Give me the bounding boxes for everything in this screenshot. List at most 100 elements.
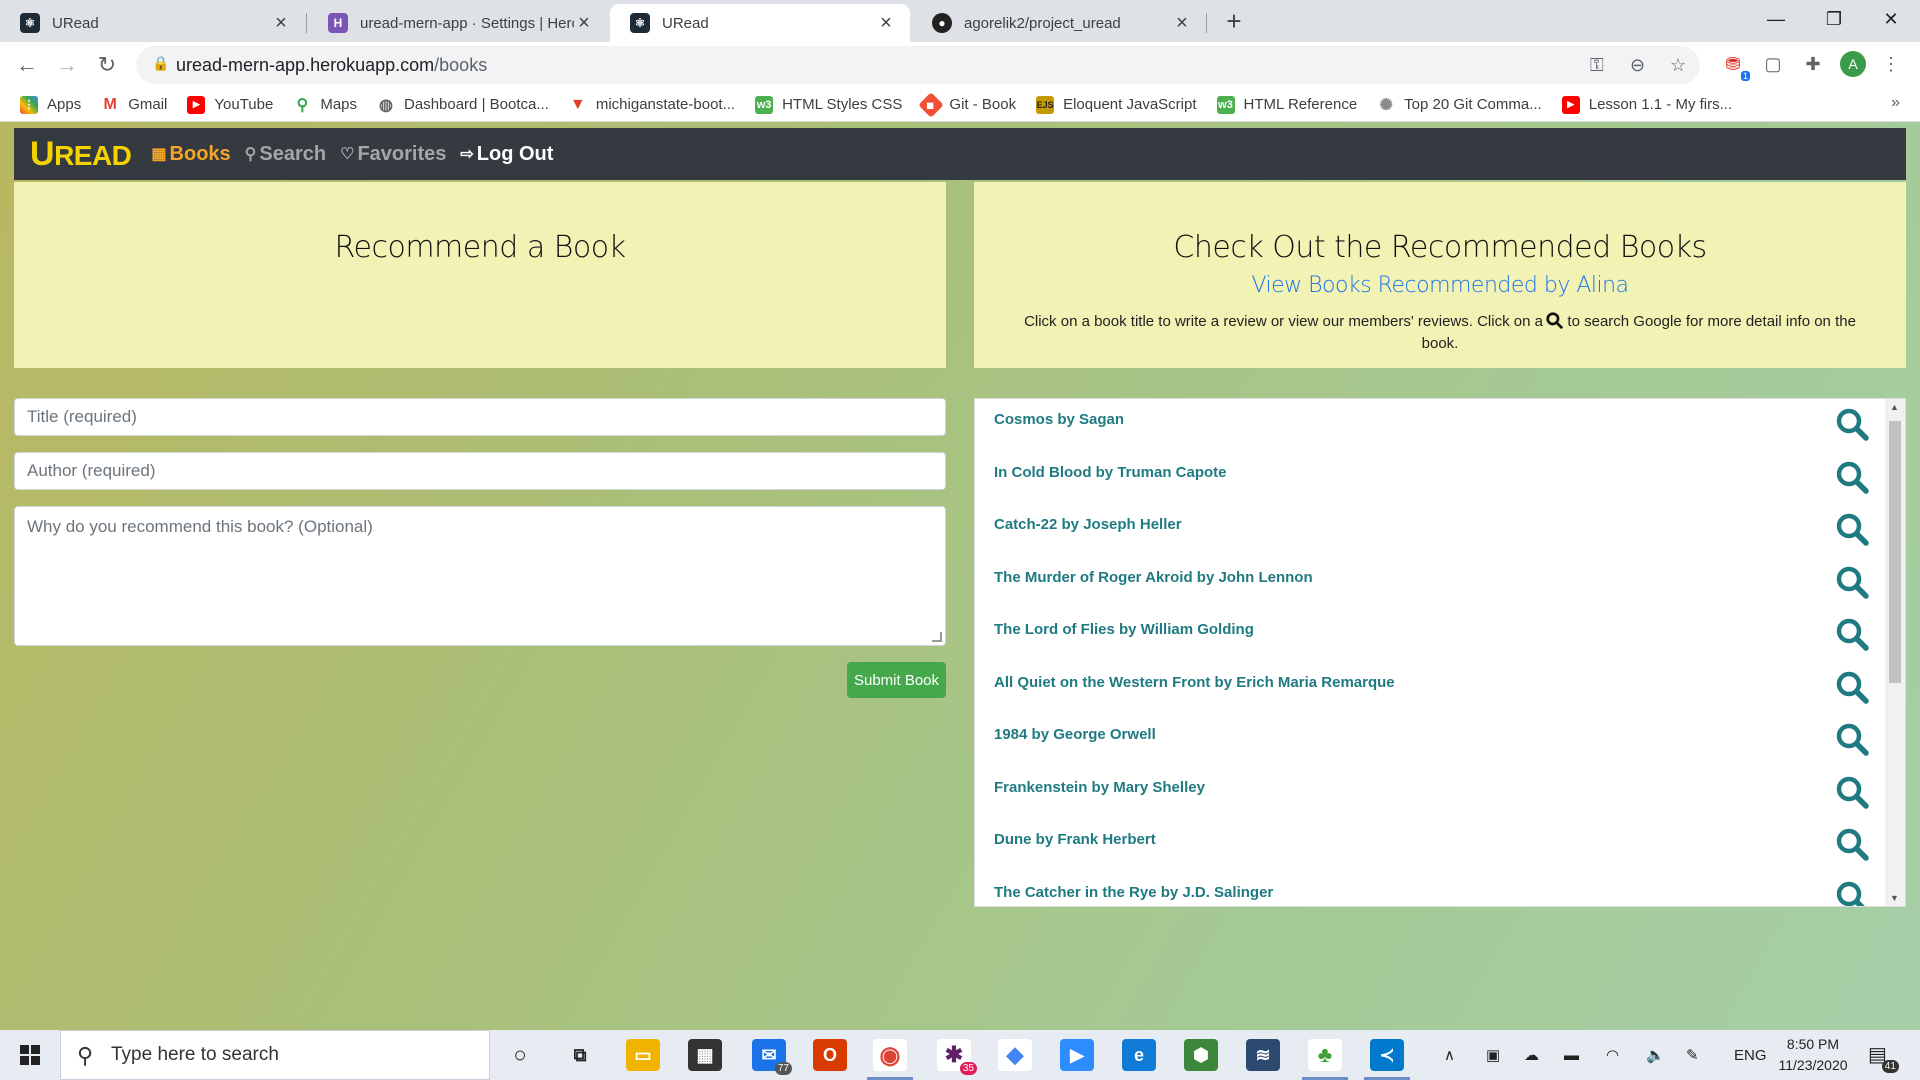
close-window-button[interactable]: ✕: [1862, 0, 1920, 38]
vscode-icon[interactable]: ≺: [1364, 1039, 1410, 1080]
profile-avatar[interactable]: A: [1840, 51, 1866, 77]
browser-tab-active[interactable]: ⚛ URead ×: [610, 4, 910, 42]
book-title-link[interactable]: 1984 by George Orwell: [994, 726, 1156, 743]
mongodb-compass-icon[interactable]: ♣: [1302, 1039, 1348, 1080]
bookmark-item[interactable]: ◍ Dashboard | Bootca...: [377, 95, 549, 114]
notification-icon[interactable]: ▤ 41: [1868, 1042, 1899, 1073]
bookmark-item[interactable]: ▼ michiganstate-boot...: [568, 95, 735, 114]
battery-icon[interactable]: ▬: [1564, 1030, 1579, 1080]
close-icon[interactable]: ×: [1172, 12, 1192, 35]
bookmarks-overflow-icon[interactable]: »: [1891, 94, 1900, 112]
scrollbar-thumb[interactable]: [1889, 421, 1901, 683]
scroll-down-icon[interactable]: ▼: [1890, 893, 1899, 903]
zoom-icon[interactable]: ⊖: [1630, 55, 1645, 76]
scrollbar[interactable]: ▲ ▼: [1885, 399, 1905, 906]
scroll-up-icon[interactable]: ▲: [1890, 402, 1899, 412]
maximize-button[interactable]: ❐: [1805, 0, 1863, 38]
browser-tab[interactable]: H uread-mern-app · Settings | Hero ×: [308, 4, 608, 42]
title-input[interactable]: Title (required): [14, 398, 946, 436]
book-title-link[interactable]: Frankenstein by Mary Shelley: [994, 779, 1205, 796]
book-title-link[interactable]: Dune by Frank Herbert: [994, 831, 1156, 848]
book-title-link[interactable]: In Cold Blood by Truman Capote: [994, 464, 1227, 481]
taskbar-search[interactable]: ⚲ Type here to search: [60, 1030, 490, 1080]
extension-icon[interactable]: ▢: [1760, 51, 1786, 77]
browser-tab[interactable]: ⚛ URead ×: [0, 4, 305, 42]
app-icon[interactable]: ≋: [1246, 1039, 1280, 1071]
nav-favorites[interactable]: ♡ Favorites: [340, 143, 446, 166]
nav-search[interactable]: ⚲ Search: [245, 143, 326, 166]
nav-logout[interactable]: ⇨ Log Out: [460, 143, 553, 166]
google-search-icon[interactable]: [1835, 827, 1869, 861]
reason-textarea[interactable]: Why do you recommend this book? (Optiona…: [14, 506, 946, 646]
edge-icon[interactable]: e: [1122, 1039, 1156, 1071]
bookmark-item[interactable]: M Gmail: [101, 95, 167, 114]
google-search-icon[interactable]: [1835, 722, 1869, 756]
mail-icon[interactable]: ✉ 77: [752, 1039, 792, 1075]
close-icon[interactable]: ×: [574, 12, 594, 35]
bookmark-item[interactable]: ▶ YouTube: [187, 95, 273, 114]
cortana-icon[interactable]: ○: [503, 1039, 537, 1071]
browser-tab[interactable]: ● agorelik2/project_uread ×: [912, 4, 1206, 42]
menu-icon[interactable]: ⋮: [1878, 51, 1904, 77]
forward-button[interactable]: →: [51, 49, 83, 81]
close-icon[interactable]: ×: [271, 12, 291, 35]
google-search-icon[interactable]: [1835, 407, 1869, 441]
google-search-icon[interactable]: [1835, 775, 1869, 809]
brand-logo[interactable]: UREAD: [30, 135, 132, 174]
taskbar-clock[interactable]: 8:50 PM 11/23/2020: [1768, 1034, 1858, 1076]
google-search-icon[interactable]: [1835, 460, 1869, 494]
chrome-icon[interactable]: ◉: [867, 1039, 913, 1080]
bookmark-item[interactable]: ◆ Git - Book: [918, 91, 1016, 118]
google-search-icon[interactable]: [1835, 512, 1869, 546]
nodejs-icon[interactable]: ⬢: [1184, 1039, 1218, 1071]
google-search-icon[interactable]: [1835, 617, 1869, 651]
extension-icon[interactable]: ⛃ 1: [1720, 51, 1750, 81]
volume-icon[interactable]: 🔈: [1646, 1030, 1665, 1080]
book-row: The Lord of Flies by William Golding: [975, 611, 1885, 651]
new-tab-button[interactable]: +: [1220, 6, 1248, 37]
google-search-icon[interactable]: [1835, 670, 1869, 704]
author-input[interactable]: Author (required): [14, 452, 946, 490]
file-explorer-icon[interactable]: ▭: [626, 1039, 660, 1071]
pen-icon[interactable]: ✎: [1686, 1030, 1699, 1080]
nav-books[interactable]: ▦ Books: [151, 143, 230, 166]
bookmark-item[interactable]: w3 HTML Styles CSS: [755, 95, 902, 114]
submit-book-button[interactable]: Submit Book: [847, 662, 946, 698]
bookmark-item[interactable]: w3 HTML Reference: [1216, 95, 1357, 114]
view-recommended-by-link[interactable]: View Books Recommended by Alina: [1251, 273, 1629, 298]
puzzle-icon[interactable]: ✚: [1800, 51, 1826, 77]
bookmark-item[interactable]: EJS Eloquent JavaScript: [1036, 95, 1197, 114]
book-title-link[interactable]: All Quiet on the Western Front by Erich …: [994, 674, 1395, 691]
zoom-icon[interactable]: ▶: [1060, 1039, 1094, 1071]
bookmark-item[interactable]: ⚲ Maps: [293, 95, 357, 114]
wifi-icon[interactable]: ◠: [1606, 1030, 1619, 1080]
office-icon[interactable]: O: [813, 1039, 847, 1071]
onedrive-icon[interactable]: ☁: [1524, 1030, 1539, 1080]
book-title-link[interactable]: Catch-22 by Joseph Heller: [994, 516, 1182, 533]
book-title-link[interactable]: Cosmos by Sagan: [994, 411, 1124, 428]
bookmark-item[interactable]: ✺ Top 20 Git Comma...: [1377, 95, 1542, 114]
meet-icon[interactable]: ▣: [1486, 1030, 1500, 1080]
bookmark-star-icon[interactable]: ☆: [1670, 55, 1686, 76]
google-search-icon[interactable]: [1835, 565, 1869, 599]
tray-overflow-icon[interactable]: ∧: [1444, 1030, 1455, 1080]
app-icon[interactable]: ◆: [998, 1039, 1032, 1071]
language-indicator[interactable]: ENG: [1734, 1030, 1767, 1080]
book-title-link[interactable]: The Murder of Roger Akroid by John Lenno…: [994, 569, 1313, 586]
minimize-button[interactable]: —: [1747, 0, 1805, 38]
google-search-icon[interactable]: [1835, 880, 1869, 908]
reload-button[interactable]: ↻: [91, 49, 123, 81]
book-title-link[interactable]: The Lord of Flies by William Golding: [994, 621, 1254, 638]
book-title-link[interactable]: The Catcher in the Rye by J.D. Salinger: [994, 884, 1273, 901]
back-button[interactable]: ←: [11, 49, 43, 81]
address-bar[interactable]: 🔒 uread-mern-app.herokuapp.com/books ⚿ ⊖…: [136, 46, 1700, 84]
close-icon[interactable]: ×: [876, 12, 896, 35]
start-button[interactable]: [0, 1030, 60, 1080]
slack-icon[interactable]: ✱ 35: [937, 1039, 977, 1075]
task-view-icon[interactable]: ⧉: [563, 1039, 597, 1071]
resize-handle-icon[interactable]: [932, 632, 942, 642]
store-icon[interactable]: ▦: [688, 1039, 722, 1071]
key-icon[interactable]: ⚿: [1590, 55, 1604, 76]
bookmark-item[interactable]: ▶ Lesson 1.1 - My firs...: [1561, 95, 1732, 114]
bookmark-item[interactable]: ⋮ Apps: [20, 95, 81, 114]
